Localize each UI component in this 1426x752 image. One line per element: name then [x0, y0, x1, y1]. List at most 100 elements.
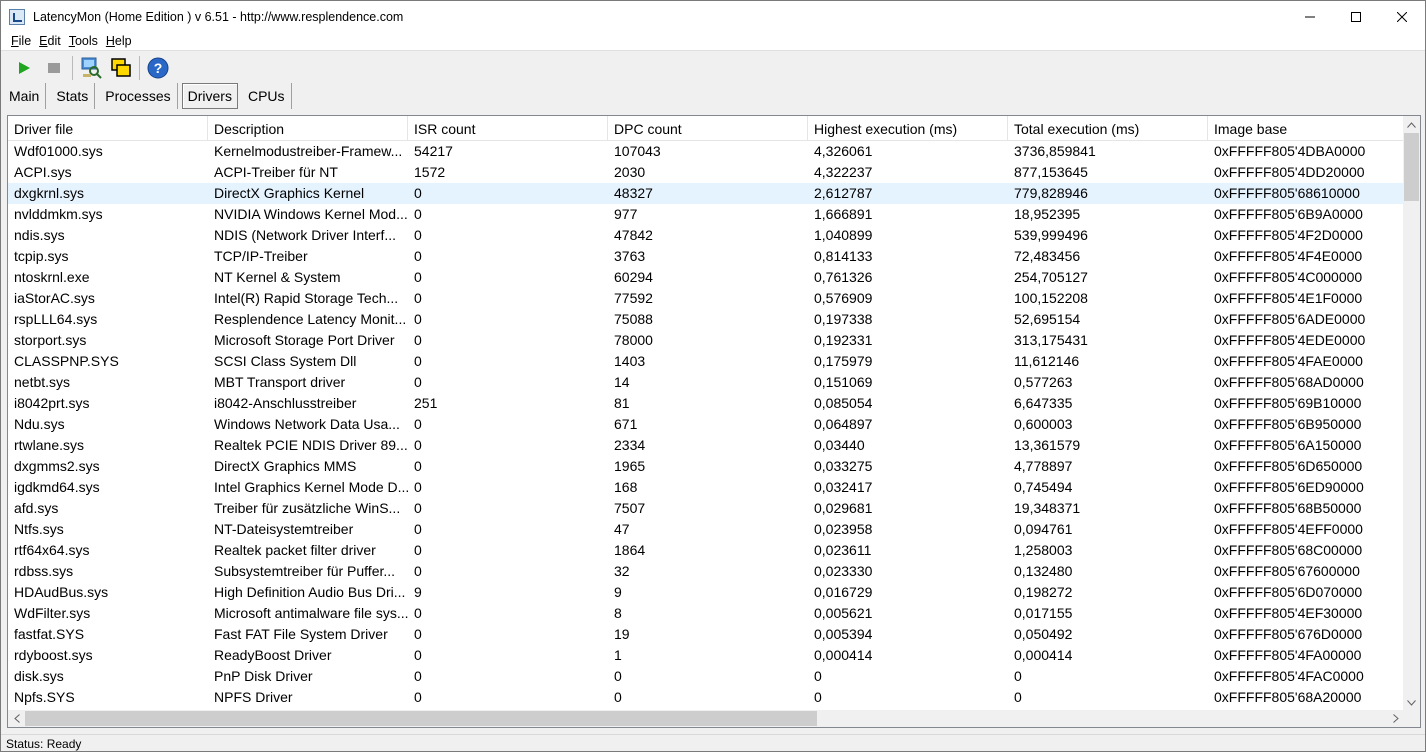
drivers-list[interactable]: Driver file Description ISR count DPC count… [7, 115, 1421, 728]
cell-description: SCSI Class System Dll [214, 353, 357, 369]
column-header-description[interactable]: Description [208, 116, 408, 141]
table-row[interactable]: CLASSPNP.SYS SCSI Class System Dll 0 1403 0,… [8, 351, 1404, 372]
table-row[interactable]: igdkmd64.sys Intel Graphics Kernel Mode D… [8, 477, 1404, 498]
table-row[interactable]: tcpip.sys TCP/IP-Treiber 0 3763 0,814133 72,4… [8, 246, 1404, 267]
maximize-button[interactable] [1333, 1, 1379, 32]
horizontal-scroll-thumb[interactable] [25, 711, 817, 726]
column-header-highest-execution[interactable]: Highest execution (ms) [808, 116, 1008, 141]
menu-edit[interactable]: Edit [35, 34, 65, 48]
table-row[interactable]: storport.sys Microsoft Storage Port Drive… [8, 330, 1404, 351]
chevron-up-icon [1407, 121, 1416, 128]
table-row[interactable]: Wdf01000.sys Kernelmodustreiber-Framew...… [8, 141, 1404, 162]
vertical-scrollbar[interactable] [1403, 116, 1420, 711]
tab-stats[interactable]: Stats [50, 83, 96, 109]
app-window: LatencyMon (Home Edition ) v 6.51 - http… [0, 0, 1426, 752]
help-button[interactable]: ? [143, 54, 173, 82]
table-row[interactable]: dxgkrnl.sys DirectX Graphics Kernel 0 48327… [8, 183, 1404, 204]
table-row[interactable]: Ndu.sys Windows Network Data Usa... 0 671 0,… [8, 414, 1404, 435]
table-row[interactable]: iaStorAC.sys Intel(R) Rapid Storage Tech.… [8, 288, 1404, 309]
tab-drivers[interactable]: Drivers [181, 83, 238, 109]
column-header-driver-file[interactable]: Driver file [8, 116, 208, 141]
column-header-total-execution[interactable]: Total execution (ms) [1008, 116, 1208, 141]
tab-main[interactable]: Main [3, 83, 47, 109]
chevron-down-icon [1407, 699, 1416, 706]
help-icon: ? [147, 57, 169, 78]
table-row[interactable]: rtwlane.sys Realtek PCIE NDIS Driver 89..… [8, 435, 1404, 456]
menu-tools[interactable]: Tools [65, 34, 102, 48]
cell-description: TCP/IP-Treiber [214, 248, 308, 264]
table-row[interactable]: rdyboost.sys ReadyBoost Driver 0 1 0,000414 0… [8, 645, 1404, 666]
table-row[interactable]: fastfat.SYS Fast FAT File System Driver 0 1… [8, 624, 1404, 645]
cell-highest-execution: 1,666891 [814, 206, 873, 222]
table-row[interactable]: rtf64x64.sys Realtek packet filter driver… [8, 540, 1404, 561]
minimize-icon [1305, 16, 1315, 17]
cell-isr-count: 9 [414, 584, 422, 600]
table-row[interactable]: dxgmms2.sys DirectX Graphics MMS 0 1965 0,03… [8, 456, 1404, 477]
cell-highest-execution: 0,151069 [814, 374, 873, 390]
menu-file[interactable]: File [7, 34, 35, 48]
scroll-up-button[interactable] [1403, 116, 1420, 133]
cell-total-execution: 3736,859841 [1014, 143, 1096, 159]
cell-driver-file: CLASSPNP.SYS [14, 353, 119, 369]
scroll-right-button[interactable] [1387, 710, 1404, 727]
cell-isr-count: 251 [414, 395, 438, 411]
toolbar: ? [1, 52, 1425, 83]
column-header-image-base[interactable]: Image base [1208, 116, 1404, 141]
tab-strip: Main Stats Processes Drivers CPUs [1, 83, 296, 109]
vertical-scroll-thumb[interactable] [1404, 133, 1419, 201]
cell-dpc-count: 671 [614, 416, 638, 432]
cell-dpc-count: 3763 [614, 248, 646, 264]
table-row[interactable]: afd.sys Treiber für zusätzliche WinS... 0 7… [8, 498, 1404, 519]
cell-total-execution: 52,695154 [1014, 311, 1081, 327]
cell-total-execution: 1,258003 [1014, 542, 1073, 558]
table-row[interactable]: disk.sys PnP Disk Driver 0 0 0 0 0xFFFFF805'4F… [8, 666, 1404, 687]
cell-image-base: 0xFFFFF805'6A150000 [1214, 437, 1362, 453]
cell-highest-execution: 0,064897 [814, 416, 873, 432]
cell-image-base: 0xFFFFF805'68C00000 [1214, 542, 1363, 558]
column-header-dpc-count[interactable]: DPC count [608, 116, 808, 141]
windows-button[interactable] [106, 54, 136, 82]
cell-highest-execution: 0,000414 [814, 647, 873, 663]
cell-description: NT Kernel & System [214, 269, 341, 285]
table-row[interactable]: rspLLL64.sys Resplendence Latency Monit..… [8, 309, 1404, 330]
table-row[interactable]: rdbss.sys Subsystemtreiber für Puffer... 0… [8, 561, 1404, 582]
cell-dpc-count: 2334 [614, 437, 646, 453]
table-row[interactable]: nvlddmkm.sys NVIDIA Windows Kernel Mod...… [8, 204, 1404, 225]
kernel-timer-button[interactable] [76, 54, 106, 82]
cell-isr-count: 0 [414, 458, 422, 474]
stop-button[interactable] [39, 54, 69, 82]
tab-processes[interactable]: Processes [99, 83, 178, 109]
table-row[interactable]: ndis.sys NDIS (Network Driver Interf... 0 4… [8, 225, 1404, 246]
cell-driver-file: ntoskrnl.exe [14, 269, 90, 285]
monitor-search-icon [81, 57, 102, 79]
cell-driver-file: Ntfs.sys [14, 521, 64, 537]
table-row[interactable]: ACPI.sys ACPI-Treiber für NT 1572 2030 4,322… [8, 162, 1404, 183]
table-row[interactable]: WdFilter.sys Microsoft antimalware file s… [8, 603, 1404, 624]
cell-image-base: 0xFFFFF805'4FA00000 [1214, 647, 1362, 663]
table-row[interactable]: Ntfs.sys NT-Dateisystemtreiber 0 47 0,023958… [8, 519, 1404, 540]
table-row[interactable]: ntoskrnl.exe NT Kernel & System 0 60294 0,76… [8, 267, 1404, 288]
table-row[interactable]: Npfs.SYS NPFS Driver 0 0 0 0 0xFFFFF805'68A200… [8, 687, 1404, 708]
menu-help[interactable]: Help [102, 34, 136, 48]
cell-total-execution: 539,999496 [1014, 227, 1088, 243]
table-row[interactable]: i8042prt.sys i8042-Anschlusstreiber 251 81 0… [8, 393, 1404, 414]
cell-highest-execution: 0,016729 [814, 584, 873, 600]
cell-dpc-count: 77592 [614, 290, 653, 306]
cell-image-base: 0xFFFFF805'4C000000 [1214, 269, 1363, 285]
table-row[interactable]: netbt.sys MBT Transport driver 0 14 0,151069… [8, 372, 1404, 393]
cell-description: i8042-Anschlusstreiber [214, 395, 357, 411]
table-row[interactable]: HDAudBus.sys High Definition Audio Bus Dr… [8, 582, 1404, 603]
scroll-down-button[interactable] [1403, 694, 1420, 711]
cell-total-execution: 254,705127 [1014, 269, 1088, 285]
cell-image-base: 0xFFFFF805'6ED90000 [1214, 479, 1364, 495]
column-header-isr-count[interactable]: ISR count [408, 116, 608, 141]
cell-total-execution: 0,577263 [1014, 374, 1073, 390]
cell-highest-execution: 4,322237 [814, 164, 873, 180]
close-button[interactable] [1379, 1, 1425, 32]
scroll-left-button[interactable] [8, 710, 25, 727]
horizontal-scrollbar[interactable] [8, 710, 1404, 727]
minimize-button[interactable] [1287, 1, 1333, 32]
tab-cpus[interactable]: CPUs [242, 83, 292, 109]
tab-cpus-label: CPUs [247, 88, 285, 104]
start-button[interactable] [9, 54, 39, 82]
